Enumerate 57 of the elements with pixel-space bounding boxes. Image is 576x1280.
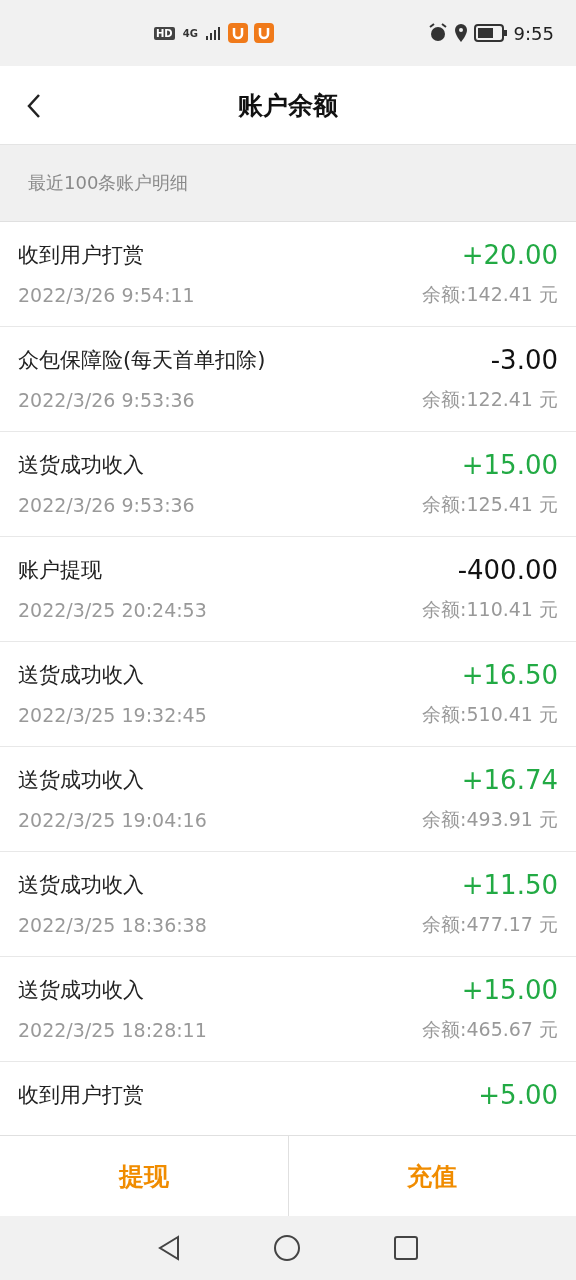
transaction-title: 送货成功收入 [18,452,144,479]
network-label: 4G [181,26,199,40]
transaction-row[interactable]: 送货成功收入 +16.74 2022/3/25 19:04:16 余额:493.91 元 [0,747,576,852]
battery-icon [473,24,508,42]
transaction-time: 2022/3/25 19:04:16 [18,809,207,831]
transaction-time: 2022/3/25 20:24:53 [18,599,207,621]
recents-nav-icon[interactable] [393,1235,419,1261]
home-nav-icon[interactable] [273,1234,301,1262]
transaction-row[interactable]: 收到用户打赏 +20.00 2022/3/26 9:54:11 余额:142.41 元 [0,222,576,327]
transaction-title: 送货成功收入 [18,872,144,899]
transaction-amount: +15.00 [461,450,558,480]
signal-icon [205,26,222,40]
transaction-row[interactable]: 送货成功收入 +16.50 2022/3/25 19:32:45 余额:510.41 元 [0,642,576,747]
transaction-row[interactable]: 送货成功收入 +15.00 2022/3/26 9:53:36 余额:125.41 元 [0,432,576,537]
balance-text: 余额:493.91 元 [422,807,558,832]
transaction-title: 账户提现 [18,557,102,584]
transaction-amount: +20.00 [461,240,558,270]
transaction-row[interactable]: 账户提现 -400.00 2022/3/25 20:24:53 余额:110.41 元 [0,537,576,642]
back-icon[interactable] [26,93,42,119]
transaction-amount: +16.74 [461,765,558,795]
balance-text: 余额:142.41 元 [422,282,558,307]
hd-badge: HD [154,26,175,40]
transaction-amount: +16.50 [461,660,558,690]
balance-text: 余额:122.41 元 [422,387,558,412]
transaction-time: 2022/3/26 9:53:36 [18,494,195,516]
section-label: 最近100条账户明细 [28,171,189,195]
transaction-amount: -3.00 [490,345,558,375]
transaction-title: 送货成功收入 [18,767,144,794]
balance-text: 余额:477.17 元 [422,912,558,937]
transaction-time: 2022/3/25 19:32:45 [18,704,207,726]
transaction-title: 送货成功收入 [18,662,144,689]
transaction-amount: +5.00 [478,1080,558,1110]
alarm-icon [427,23,448,43]
transaction-row[interactable]: 众包保障险(每天首单扣除) -3.00 2022/3/26 9:53:36 余额:122.41 元 [0,327,576,432]
transaction-time: 2022/3/26 9:53:36 [18,389,195,411]
transaction-row[interactable]: 送货成功收入 +15.00 2022/3/25 18:28:11 余额:465.67 元 [0,957,576,1062]
app-icon [253,23,274,43]
location-icon [453,23,468,43]
balance-text: 余额:465.67 元 [422,1017,558,1042]
transaction-time: 2022/3/25 18:28:11 [18,1019,207,1041]
balance-text: 余额:110.41 元 [422,597,558,622]
transaction-title: 收到用户打赏 [18,1082,144,1109]
transaction-title: 众包保障险(每天首单扣除) [18,347,266,374]
balance-text: 余额:510.41 元 [422,702,558,727]
back-nav-icon[interactable] [157,1235,181,1261]
transaction-title: 送货成功收入 [18,977,144,1004]
transaction-title: 收到用户打赏 [18,242,144,269]
transaction-time: 2022/3/25 18:36:38 [18,914,207,936]
transaction-amount: -400.00 [457,555,558,585]
balance-text: 余额:125.41 元 [422,492,558,517]
transaction-amount: +15.00 [461,975,558,1005]
app-icon [227,23,248,43]
transaction-row[interactable]: 送货成功收入 +11.50 2022/3/25 18:36:38 余额:477.17 元 [0,852,576,957]
transaction-time: 2022/3/26 9:54:11 [18,284,195,306]
clock-time: 9:55 [513,22,554,44]
page-title: 账户余额 [238,89,338,122]
transaction-amount: +11.50 [461,870,558,900]
